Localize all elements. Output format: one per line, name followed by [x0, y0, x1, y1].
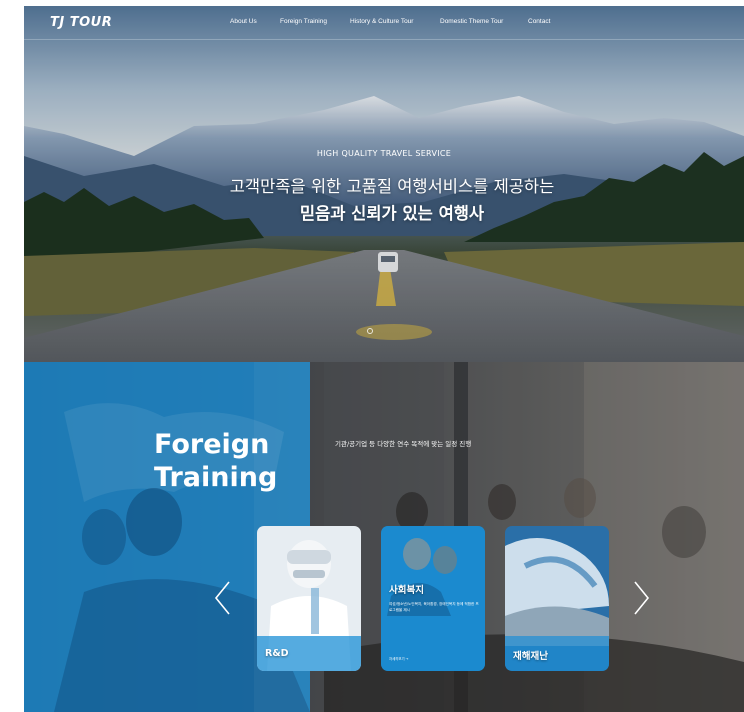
card-social-welfare-more-link[interactable]: 자세히보기 → [389, 656, 409, 661]
chevron-left-icon [214, 581, 230, 615]
hero-section: TJ TOUR About Us Foreign Training Histor… [24, 6, 744, 362]
card-social-welfare-text: 여성/청소년/노인복지, 육아환경, 장애인복지 등에 적합한 프로그램을 제시 [389, 602, 479, 612]
card-social-welfare[interactable]: 사회복지 여성/청소년/노인복지, 육아환경, 장애인복지 등에 적합한 프로그… [381, 526, 485, 671]
chevron-right-icon [634, 581, 650, 615]
card-social-welfare-title: 사회복지 [389, 585, 424, 596]
card-disaster[interactable]: 재해재난 [505, 526, 609, 671]
hero-subtitle: HIGH QUALITY TRAVEL SERVICE [316, 149, 452, 158]
card-social-welfare-image [381, 526, 485, 671]
hero-headline-line1: 고객만족을 위한 고품질 여행서비스를 제공하는 [229, 177, 555, 196]
hero-headline-line2: 믿음과 신뢰가 있는 여행사 [299, 204, 485, 223]
section-description: 기관/공기업 등 다양한 연수 목적에 맞는 일정 진행 [335, 440, 472, 448]
section-title-line2: Training [154, 462, 278, 493]
card-rnd[interactable]: R&D [257, 526, 361, 671]
section-title-line1: Foreign [154, 429, 270, 460]
section-title: Foreign Training [154, 428, 277, 494]
nav-foreign-training[interactable]: Foreign Training [280, 18, 327, 25]
carousel-prev-button[interactable] [212, 580, 234, 616]
card-disaster-title: 재해재난 [513, 651, 548, 662]
nav-history-culture-tour[interactable]: History & Culture Tour [350, 18, 413, 25]
card-rnd-title: R&D [265, 648, 289, 659]
foreign-training-section: Foreign Training 기관/공기업 등 다양한 연수 목적에 맞는 … [24, 362, 744, 712]
page: TJ TOUR About Us Foreign Training Histor… [24, 6, 744, 712]
carousel-next-button[interactable] [630, 580, 652, 616]
nav-about-us[interactable]: About Us [230, 18, 257, 25]
pager-dot-icon[interactable] [367, 328, 373, 334]
top-navigation: TJ TOUR About Us Foreign Training Histor… [24, 6, 744, 40]
nav-domestic-theme-tour[interactable]: Domestic Theme Tour [440, 18, 503, 25]
nav-contact[interactable]: Contact [528, 18, 550, 25]
site-logo[interactable]: TJ TOUR [50, 15, 112, 30]
